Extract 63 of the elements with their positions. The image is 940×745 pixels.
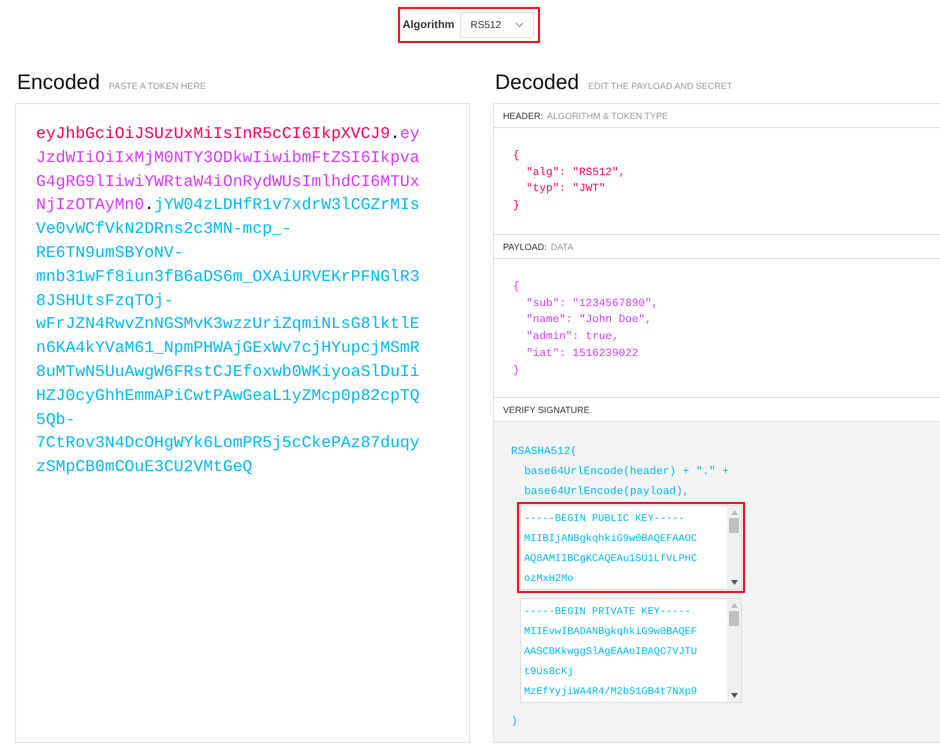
key-line: MzEfYyjiWA4R4/M2bS1GB4t7NXp9 — [524, 685, 698, 700]
key-field[interactable]: -----BEGIN PUBLIC KEY----- MIIBIjANBgkqhkiG9w0BAQEFAAOC AQ8AMIIBCgKCAQEAu1SU1LfVLPHC ozMxH2Mo — [517, 502, 745, 593]
code-line: "typ": "JWT" — [525, 182, 606, 198]
key-line: MIIEvwIBADANBgkqhkiG9w0BAQEF — [524, 625, 698, 640]
algorithm-label: Algorithm — [402, 19, 454, 31]
algorithm-dropdown[interactable]: RS512 — [460, 12, 534, 38]
section-label: VERIFY SIGNATURE — [503, 404, 590, 414]
key-line: -----BEGIN PRIVATE KEY----- — [524, 605, 691, 620]
code-line: "iat": 1516239022 — [525, 346, 638, 362]
code-line: { — [513, 149, 520, 164]
scroll-up-icon — [730, 603, 738, 608]
code-line: "name": "John Doe", — [525, 313, 652, 328]
scrollbar[interactable] — [727, 506, 741, 589]
code-line: "admin": true, — [525, 330, 619, 346]
code-line: } — [513, 364, 520, 379]
token-line: wFrJZN4RwvZnNGSMvK3wzzUriZqmiNLsG8lktlE — [36, 313, 420, 336]
token-line: JzdWIiOiIxMjM0NTY3ODkwIiwibmFtZSI6Ikpva — [36, 146, 420, 169]
key-line: MIIBIjANBgkqhkiG9w0BAQEFAAOC — [524, 532, 698, 547]
code-line: { — [513, 280, 520, 295]
scroll-down-icon — [730, 693, 738, 698]
key-line: ozMxH2Mo — [524, 572, 574, 587]
token-line: 8uMTwN5UuAwgW6FRstCJEfoxwb0WKiyoaSlDuIi — [36, 360, 420, 383]
key-line: AASCBKkwggSlAgEAAoIBAQC7VJTU — [524, 645, 698, 660]
token-line: RE6TN9umSBYoNV- — [36, 242, 184, 264]
key-field[interactable]: -----BEGIN PRIVATE KEY----- MIIEvwIBADANBgkqhkiG9w0BAQEF AASCBKkwggSlAgEAAoIBAQC7VJTU t9Us8cKj MzEfYyjiWA4R4/M2bS1GB4t7NXp9 — [517, 595, 745, 706]
key-line: t9Us8cKj — [524, 665, 574, 680]
token-line: n6KA4kYVaM61_NpmPHWAjGExWv7cjHYupcjMSmR — [36, 337, 420, 360]
scrollbar[interactable] — [727, 599, 741, 702]
token-line: NjIzOTAyMn0.jYW04zLDHfR1v7xdrW3lCGZrMIs — [36, 194, 420, 216]
section-label: HEADER: — [503, 110, 544, 120]
code-line: RSASHA512( — [511, 445, 578, 460]
code-line: } — [513, 199, 520, 214]
scroll-up-icon — [730, 510, 738, 515]
token-line: mnb31wFf8iun3fB6aDS6m_OXAiURVEKrPFNGlR3 — [36, 266, 420, 288]
key-line: -----BEGIN PUBLIC KEY----- — [524, 512, 685, 527]
section-sublabel: ALGORITHM & TOKEN TYPE — [547, 110, 668, 120]
token-line: eyJhbGciOiJSUzUxMiIsInR5cCI6IkpXVCJ9.ey — [36, 123, 420, 145]
section-label: PAYLOAD: — [503, 242, 547, 252]
token-line: G4gRG9lIiwiYWRtaW4iOnRydWUsImlhdCI6MTUx — [36, 170, 420, 193]
decoded-hint: EDIT THE PAYLOAD AND SECRET — [588, 81, 732, 91]
token-input[interactable] — [15, 103, 470, 743]
code-line: "sub": "1234567890", — [525, 296, 658, 312]
token-line: zSMpCB0mCOuE3CU2VMtGeQ — [36, 456, 252, 478]
encoded-hint: PASTE A TOKEN HERE — [108, 81, 206, 91]
code-line: base64UrlEncode(header) + "." + — [523, 465, 729, 480]
token-line: 8JSHUtsFzqTOj- — [36, 290, 174, 312]
payload-editor[interactable]: { "sub": "1234567890", "name": "John Doe", "admin": true, "iat": 1516239022 } — [494, 259, 940, 398]
header-editor[interactable]: { "alg": "RS512", "typ": "JWT" } — [494, 128, 940, 235]
key-line: AQ8AMIIBCgKCAQEAu1SU1LfVLPHC — [524, 552, 698, 567]
token-line: Ve0vWCfVkN2DRns2c3MN-mcp_- — [36, 218, 292, 240]
scroll-down-icon — [730, 580, 738, 585]
code-line: ) — [511, 715, 518, 730]
scroll-thumb[interactable] — [729, 518, 739, 533]
token-line: HZJ0cyGhhEmmAPiCwtPAwGeaL1yZMcp0p82cpTQ — [36, 384, 420, 407]
decoded-title: Decoded — [495, 71, 580, 95]
chevron-down-icon — [515, 22, 524, 28]
token-line: 7CtRov3N4DcOHgWYk6LomPR5j5cCkePAz87duqy — [36, 432, 420, 454]
encoded-title: Encoded — [17, 71, 100, 95]
code-line: base64UrlEncode(payload), — [523, 485, 690, 500]
token-line: 5Qb- — [36, 408, 76, 431]
scroll-thumb[interactable] — [729, 611, 739, 626]
section-sublabel: DATA — [550, 242, 574, 252]
code-line: "alg": "RS512", — [525, 166, 626, 181]
